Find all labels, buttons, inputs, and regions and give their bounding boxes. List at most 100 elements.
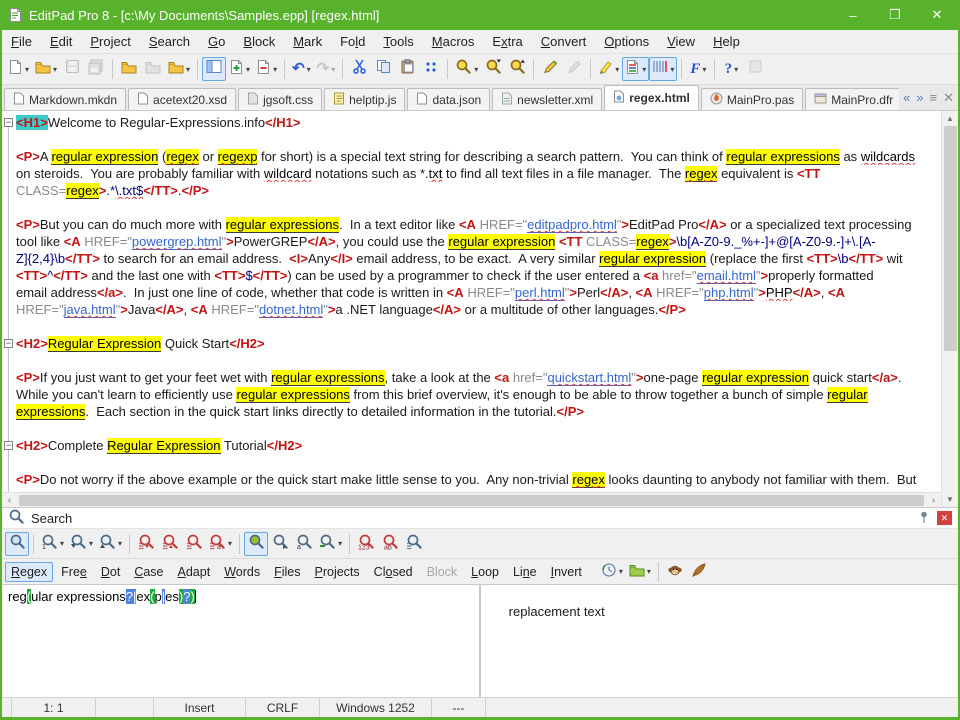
vertical-scroll-thumb[interactable] (943, 126, 957, 351)
favorites-button[interactable]: ▾ (165, 57, 193, 81)
menu-convert[interactable]: Convert (532, 32, 596, 51)
mag-red-1-button[interactable]: 123 (354, 532, 378, 556)
font-button[interactable]: F ▾ (686, 57, 710, 81)
files-panel-button[interactable] (202, 57, 227, 81)
tab-acetext20.xsd[interactable]: acetext20.xsd (128, 88, 237, 110)
scroll-tabs-left-icon[interactable]: « (903, 90, 910, 105)
tab-helptip.js[interactable]: helptip.js (324, 88, 406, 110)
maglist-blue-button[interactable] (402, 532, 426, 556)
mag-a-button[interactable]: a (292, 532, 316, 556)
mag-right-button[interactable] (268, 532, 292, 556)
menu-tools[interactable]: Tools (374, 32, 422, 51)
monkey-button[interactable] (663, 560, 687, 584)
dropdown-arrow-icon[interactable]: ▾ (118, 539, 122, 548)
option-closed[interactable]: Closed (368, 562, 419, 582)
new-file-button[interactable]: ▾ (5, 57, 32, 81)
search-term-input[interactable]: reg(ular expressions?|ex(p|es)?) (2, 585, 481, 697)
maglist-red-all-button[interactable]: a ▾ (206, 532, 235, 556)
dropdown-arrow-icon[interactable]: ▾ (228, 539, 232, 548)
menu-options[interactable]: Options (595, 32, 658, 51)
option-adapt[interactable]: Adapt (172, 562, 217, 582)
tab-list-icon[interactable]: ≡ (930, 90, 938, 105)
feather-button[interactable] (687, 560, 711, 584)
option-projects[interactable]: Projects (309, 562, 366, 582)
find-prev-button[interactable] (505, 57, 529, 81)
find-button[interactable]: ▾ (452, 57, 481, 81)
tab-MainPro.dfr[interactable]: MainPro.dfr (805, 88, 900, 110)
help-button[interactable]: ? ▾ (719, 57, 743, 81)
dropdown-arrow-icon[interactable]: ▾ (474, 65, 478, 74)
tab-regex.html[interactable]: regex.html (604, 85, 699, 110)
project-open-button[interactable] (117, 57, 141, 81)
dropdown-arrow-icon[interactable]: ▾ (647, 567, 651, 576)
menu-project[interactable]: Project (81, 32, 139, 51)
clip-special-button[interactable] (419, 57, 443, 81)
scroll-up-arrow[interactable]: ▲ (942, 111, 958, 126)
scroll-tabs-right-icon[interactable]: » (916, 90, 923, 105)
dropdown-arrow-icon[interactable]: ▾ (246, 65, 250, 74)
option-line[interactable]: Line (507, 562, 543, 582)
close-search-panel-button[interactable]: ✕ (937, 511, 952, 525)
scroll-down-arrow[interactable]: ▼ (942, 492, 958, 507)
paste-button[interactable] (395, 57, 419, 81)
tab-newsletter.xml[interactable]: newsletter.xml (492, 88, 603, 110)
folder-green-button[interactable]: ▾ (626, 560, 654, 584)
mag-up-button[interactable]: ▾ (96, 532, 125, 556)
scroll-right-arrow[interactable]: › (926, 495, 941, 506)
mag-down-button[interactable]: ▾ (67, 532, 96, 556)
find-next-button[interactable] (481, 57, 505, 81)
editor-text[interactable]: − <H1>Welcome to Regular-Expressions.info… (2, 111, 941, 507)
mag-green-button[interactable] (244, 531, 269, 556)
undo-button[interactable]: ↶ ▾ (289, 57, 314, 81)
editor-area[interactable]: − <H1>Welcome to Regular-Expressions.info… (2, 111, 958, 507)
highlight-pen-button[interactable]: ▾ (595, 57, 622, 81)
dropdown-arrow-icon[interactable]: ▾ (331, 65, 335, 74)
dropdown-arrow-icon[interactable]: ▾ (615, 65, 619, 74)
dropdown-arrow-icon[interactable]: ▾ (53, 65, 57, 74)
mag-g-button[interactable]: ▾ (316, 532, 345, 556)
menu-mark[interactable]: Mark (284, 32, 331, 51)
mag-red-2-button[interactable]: ab (378, 532, 402, 556)
menu-go[interactable]: Go (199, 32, 234, 51)
option-regex[interactable]: Regex (5, 561, 54, 582)
menu-block[interactable]: Block (234, 32, 284, 51)
dropdown-arrow-icon[interactable]: ▾ (186, 65, 190, 74)
maglist-red-down-button[interactable] (134, 532, 158, 556)
mag-1-button[interactable]: 1 ▾ (38, 532, 67, 556)
maglist-red-line-button[interactable] (182, 532, 206, 556)
menu-extra[interactable]: Extra (483, 32, 531, 51)
spell-button[interactable] (538, 57, 562, 81)
remove-file-button[interactable]: ▾ (253, 57, 280, 81)
scroll-left-arrow[interactable]: ‹ (2, 495, 17, 506)
menu-edit[interactable]: Edit (41, 32, 81, 51)
add-file-button[interactable]: ▾ (226, 57, 253, 81)
fold-collapse-icon[interactable]: − (4, 339, 13, 348)
pin-icon[interactable] (917, 510, 931, 527)
option-invert[interactable]: Invert (545, 562, 588, 582)
layout-cols-button[interactable]: ▾ (649, 57, 678, 81)
dropdown-arrow-icon[interactable]: ▾ (734, 65, 738, 74)
replacement-input[interactable]: replacement text (481, 585, 958, 697)
horizontal-scroll-thumb[interactable] (19, 494, 924, 506)
option-case[interactable]: Case (128, 562, 169, 582)
dropdown-arrow-icon[interactable]: ▾ (89, 539, 93, 548)
dropdown-arrow-icon[interactable]: ▾ (60, 539, 64, 548)
mag-plain-button[interactable] (5, 531, 29, 556)
tab-jgsoft.css[interactable]: jgsoft.css (238, 88, 323, 110)
open-button[interactable]: ▾ (32, 57, 60, 81)
vertical-scrollbar[interactable]: ▲ ▼ (941, 111, 958, 507)
copy-button[interactable] (371, 57, 395, 81)
option-words[interactable]: Words (218, 562, 266, 582)
tab-Markdown.mkdn[interactable]: Markdown.mkdn (4, 88, 127, 110)
fold-collapse-icon[interactable]: − (4, 118, 13, 127)
tab-data.json[interactable]: data.json (407, 88, 491, 110)
tab-MainPro.pas[interactable]: MainPro.pas (700, 88, 804, 110)
dropdown-arrow-icon[interactable]: ▾ (702, 65, 706, 74)
maximize-button[interactable]: ❐ (874, 0, 916, 30)
menu-file[interactable]: File (2, 32, 41, 51)
dropdown-arrow-icon[interactable]: ▾ (670, 65, 674, 74)
dropdown-arrow-icon[interactable]: ▾ (619, 567, 623, 576)
close-button[interactable]: ✕ (916, 0, 958, 30)
dropdown-arrow-icon[interactable]: ▾ (338, 539, 342, 548)
close-tab-icon[interactable]: ✕ (943, 90, 954, 106)
